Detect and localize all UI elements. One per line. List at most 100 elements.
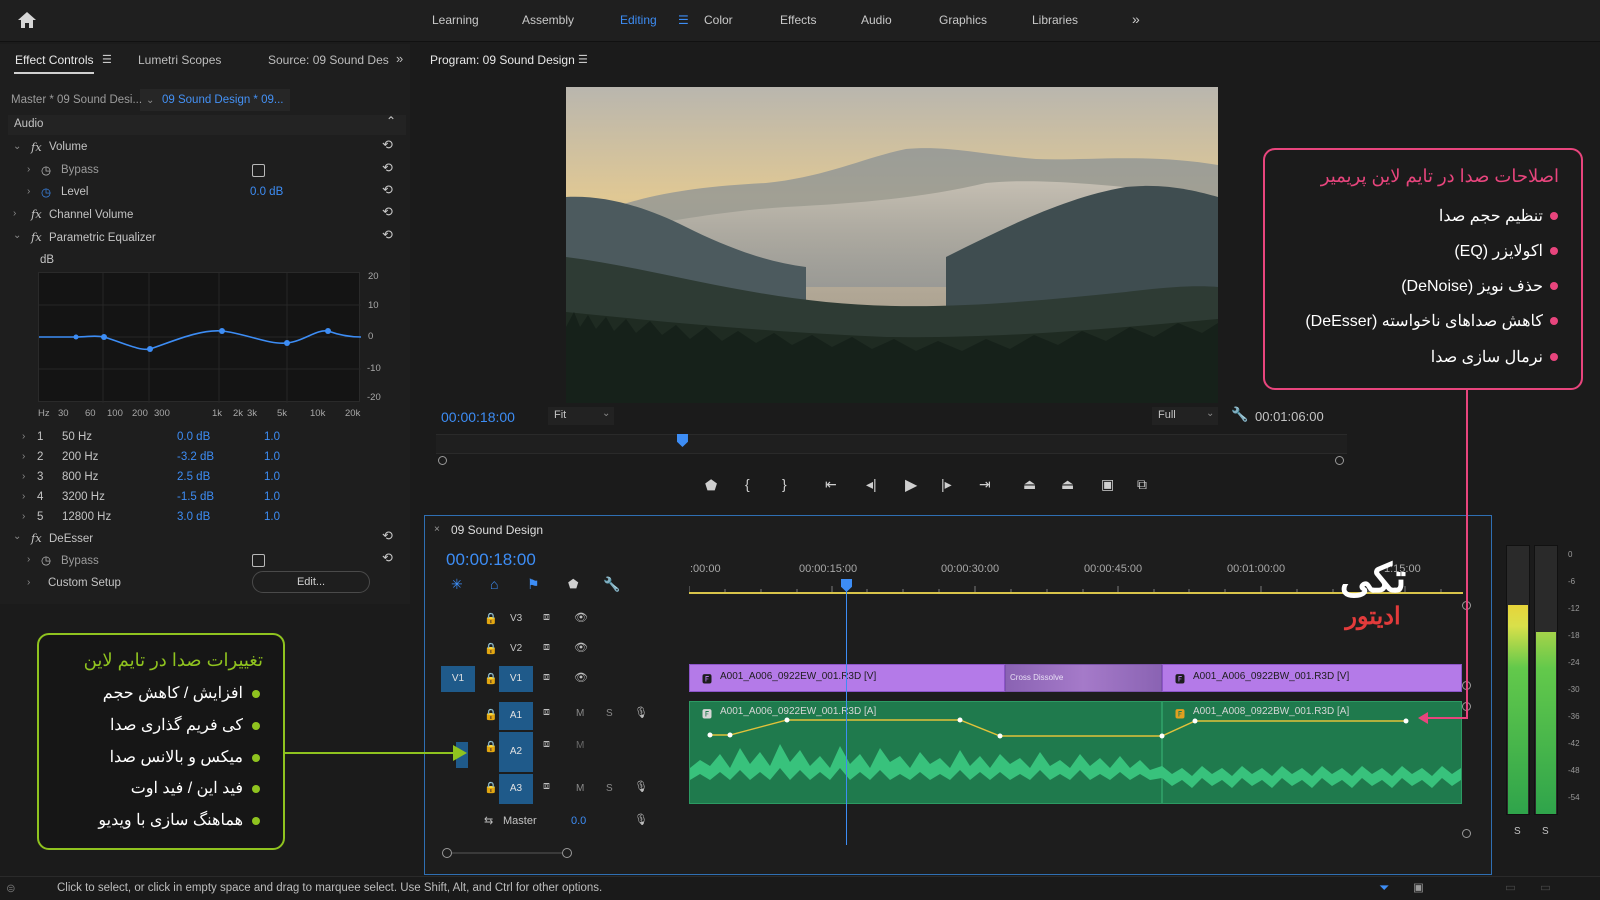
master-track-value[interactable]: 0.0 <box>571 815 586 827</box>
mute-button[interactable]: M <box>576 783 584 794</box>
captions-icon[interactable]: ▣ <box>1413 880 1424 894</box>
band-gain[interactable]: 2.5 dB <box>177 471 210 483</box>
go-to-in-icon[interactable]: ⇤ <box>825 476 837 493</box>
tab-effects[interactable]: Effects <box>780 13 816 27</box>
eq-graph[interactable] <box>38 272 362 403</box>
reset-icon[interactable]: ⟲ <box>382 182 393 198</box>
tab-libraries[interactable]: Libraries <box>1032 13 1078 27</box>
reset-icon[interactable]: ⟲ <box>382 528 393 544</box>
eq-curve-svg[interactable] <box>39 273 362 403</box>
program-scrub-bar[interactable] <box>436 434 1347 454</box>
eye-icon[interactable]: 👁 <box>574 671 588 684</box>
panel-menu-icon[interactable]: ☰ <box>578 53 588 66</box>
reset-icon[interactable]: ⟲ <box>382 160 393 176</box>
bypass-checkbox[interactable] <box>252 164 265 177</box>
track-target-a3[interactable]: A3 <box>499 774 533 804</box>
track-target-a2[interactable]: A2 <box>499 732 533 772</box>
sync-lock-icon[interactable]: ⧈ <box>543 611 550 624</box>
tab-assembly[interactable]: Assembly <box>522 13 574 27</box>
mute-button[interactable]: M <box>576 740 584 751</box>
band-gain[interactable]: 3.0 dB <box>177 511 210 523</box>
band-frequency[interactable]: 800 Hz <box>62 471 98 483</box>
sync-lock-icon[interactable]: ⧈ <box>543 706 550 719</box>
chevron-right-icon[interactable]: › <box>22 491 25 502</box>
program-video-frame[interactable] <box>566 87 1218 403</box>
home-icon[interactable] <box>16 10 38 30</box>
snap-icon[interactable]: ✳ <box>451 576 463 593</box>
play-icon[interactable]: ▶ <box>905 475 917 495</box>
solo-left-button[interactable]: S <box>1514 826 1521 837</box>
chevron-right-icon[interactable]: › <box>13 208 16 219</box>
nest-icon[interactable]: ⚑ <box>527 576 540 593</box>
overflow-chevron-icon[interactable]: » <box>396 51 403 66</box>
render-icon[interactable]: ▭ <box>1505 880 1516 894</box>
timeline-zoom-bar[interactable] <box>452 852 562 854</box>
deesser-bypass-checkbox[interactable] <box>252 554 265 567</box>
panel-menu-icon[interactable]: ☰ <box>102 53 112 66</box>
band-gain[interactable]: 0.0 dB <box>177 431 210 443</box>
solo-right-button[interactable]: S <box>1542 826 1549 837</box>
sync-lock-icon[interactable]: ⧈ <box>543 641 550 654</box>
band-frequency[interactable]: 50 Hz <box>62 431 92 443</box>
add-marker-icon[interactable]: ⬟ <box>705 477 717 494</box>
microphone-icon[interactable]: 🎙 <box>634 813 648 826</box>
band-gain[interactable]: -1.5 dB <box>177 491 214 503</box>
reset-icon[interactable]: ⟲ <box>382 204 393 220</box>
band-gain[interactable]: -3.2 dB <box>177 451 214 463</box>
fit-dropdown[interactable]: Fit ⌄ <box>548 407 614 425</box>
timeline-title[interactable]: 09 Sound Design <box>451 523 543 537</box>
band-frequency[interactable]: 12800 Hz <box>62 511 111 523</box>
track-target-v1[interactable]: V1 <box>499 666 533 692</box>
sync-lock-icon[interactable]: ⧈ <box>543 671 550 684</box>
stopwatch-icon[interactable]: ◷ <box>41 185 51 199</box>
sync-lock-icon[interactable]: ⧈ <box>543 738 550 751</box>
chevron-right-icon[interactable]: › <box>27 186 30 197</box>
tab-effect-controls[interactable]: Effect Controls <box>15 53 93 67</box>
band-q[interactable]: 1.0 <box>264 471 280 483</box>
track-target-a1[interactable]: A1 <box>499 702 533 730</box>
zoom-handle-left[interactable] <box>438 456 447 465</box>
level-value[interactable]: 0.0 dB <box>250 186 283 198</box>
step-back-icon[interactable]: ◂| <box>866 476 877 493</box>
stopwatch-icon[interactable]: ◷ <box>41 163 51 177</box>
eye-icon[interactable]: 👁 <box>574 641 588 654</box>
lock-icon[interactable]: 🔒 <box>484 642 498 655</box>
chevron-right-icon[interactable]: › <box>27 554 30 565</box>
video-clip[interactable]: 🅵 A001_A006_0922BW_001.R3D [V] <box>1162 664 1462 692</box>
mark-in-icon[interactable]: { <box>745 476 750 492</box>
tab-audio[interactable]: Audio <box>861 13 892 27</box>
band-frequency[interactable]: 3200 Hz <box>62 491 105 503</box>
tab-learning[interactable]: Learning <box>432 13 479 27</box>
timeline-timecode[interactable]: 00:00:18:00 <box>446 550 536 570</box>
hamburger-icon[interactable]: ☰ <box>678 13 689 27</box>
export-icon[interactable]: ▭ <box>1540 880 1551 894</box>
go-to-out-icon[interactable]: ⇥ <box>979 476 991 493</box>
step-forward-icon[interactable]: |▸ <box>941 476 952 493</box>
reset-icon[interactable]: ⟲ <box>382 227 393 243</box>
tab-color[interactable]: Color <box>704 13 733 27</box>
lock-icon[interactable]: 🔒 <box>484 612 498 625</box>
band-q[interactable]: 1.0 <box>264 451 280 463</box>
tab-graphics[interactable]: Graphics <box>939 13 987 27</box>
resolution-dropdown[interactable]: Full ⌄ <box>1152 407 1218 425</box>
cross-dissolve-transition[interactable]: Cross Dissolve <box>1005 664 1162 692</box>
tab-editing[interactable]: Editing <box>620 13 657 27</box>
chevron-right-icon[interactable]: › <box>22 511 25 522</box>
band-q[interactable]: 1.0 <box>264 511 280 523</box>
eye-icon[interactable]: 👁 <box>574 611 588 624</box>
chevron-right-icon[interactable]: › <box>22 451 25 462</box>
microphone-icon[interactable]: 🎙 <box>634 780 648 793</box>
reset-icon[interactable]: ⟲ <box>382 550 393 566</box>
chevron-right-icon[interactable]: › <box>27 164 30 175</box>
band-frequency[interactable]: 200 Hz <box>62 451 98 463</box>
microphone-icon[interactable]: 🎙 <box>634 706 648 719</box>
zoom-handle-right[interactable] <box>1335 456 1344 465</box>
comparison-view-icon[interactable]: ⧉ <box>1137 476 1147 493</box>
lock-icon[interactable]: 🔒 <box>484 781 498 794</box>
mute-button[interactable]: M <box>576 708 584 719</box>
program-monitor-title[interactable]: Program: 09 Sound Design <box>430 53 575 67</box>
stopwatch-icon[interactable]: ◷ <box>41 553 51 567</box>
master-clip-label[interactable]: Master * 09 Sound Desi... <box>11 94 142 106</box>
lock-icon[interactable]: 🔒 <box>484 708 498 721</box>
program-playhead[interactable] <box>676 434 688 447</box>
